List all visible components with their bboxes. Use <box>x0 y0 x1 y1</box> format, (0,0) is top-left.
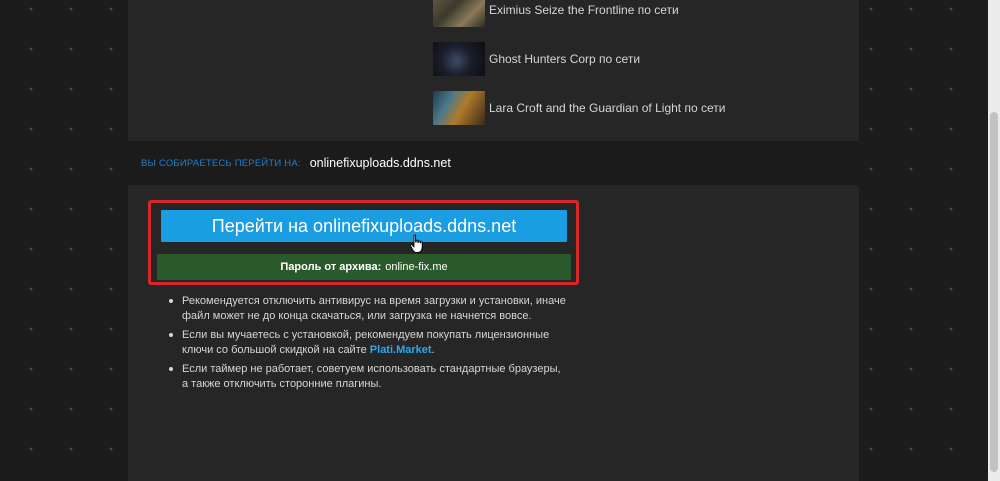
tip-text-end: . <box>431 343 435 356</box>
redirect-host: onlinefixuploads.ddns.net <box>309 156 451 170</box>
ghost-hunters-thumbnail[interactable] <box>433 42 485 76</box>
related-game-title[interactable]: Ghost Hunters Corp по сети <box>489 52 640 66</box>
related-game-title[interactable]: Lara Croft and the Guardian of Light по … <box>489 101 725 115</box>
related-game-title[interactable]: Eximius Seize the Frontline по сети <box>489 3 679 17</box>
eximius-thumbnail[interactable] <box>433 0 485 27</box>
redirect-label: ВЫ СОБИРАЕТЕСЬ ПЕРЕЙТИ НА: <box>141 157 301 169</box>
related-game-ghost-hunters[interactable]: Ghost Hunters Corp по сети <box>433 40 859 78</box>
lara-croft-thumbnail[interactable] <box>433 91 485 125</box>
go-to-host-button[interactable]: Перейти на onlinefixuploads.ddns.net <box>161 210 567 242</box>
tip-timer: Если таймер не работает, советуем исполь… <box>166 362 566 391</box>
archive-password-bar: Пароль от архива: online-fix.me <box>157 254 571 280</box>
hand-pointer-icon <box>409 234 423 253</box>
redirect-target-bar: ВЫ СОБИРАЕТЕСЬ ПЕРЕЙТИ НА: onlinefixuplo… <box>128 141 859 185</box>
tip-text: Если вы мучаетесь с установкой, рекоменд… <box>182 329 550 356</box>
plati-market-link[interactable]: Plati.Market <box>370 344 432 356</box>
tip-antivirus: Рекомендуется отключить антивирус на вре… <box>166 294 566 323</box>
password-value: online-fix.me <box>385 261 448 273</box>
tips-list: Рекомендуется отключить антивирус на вре… <box>166 294 566 396</box>
password-label: Пароль от архива: <box>280 261 382 273</box>
scrollbar-thumb[interactable] <box>990 112 998 472</box>
related-game-lara-croft[interactable]: Lara Croft and the Guardian of Light по … <box>433 89 859 127</box>
tip-plati-market: Если вы мучаетесь с установкой, рекоменд… <box>166 328 566 357</box>
related-game-eximius[interactable]: Eximius Seize the Frontline по сети <box>433 0 859 29</box>
page-scrollbar[interactable] <box>988 0 1000 481</box>
